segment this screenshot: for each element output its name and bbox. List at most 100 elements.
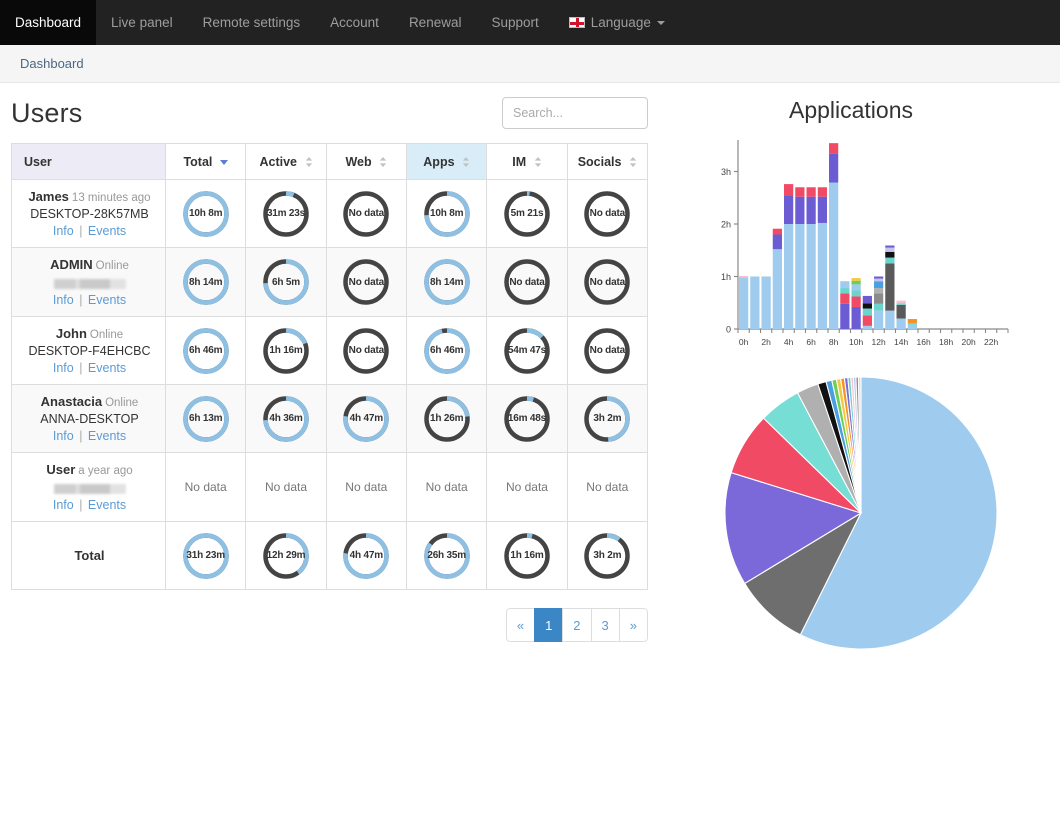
svg-text:1h: 1h (721, 272, 731, 282)
info-link[interactable]: Info (53, 224, 74, 238)
breadcrumb: Dashboard (0, 45, 1060, 83)
donut-label: No data (348, 345, 384, 357)
donut-chart: 31m 23s (261, 189, 311, 239)
bar-chart-svg: 0 1h 2h 3h 0h 2h 4h 6h 8h 10h 12h 14h 16h 18h 20h 22h (721, 140, 1009, 347)
events-link[interactable]: Events (88, 361, 126, 375)
user-cell: User a year ago Info | Events (11, 452, 166, 523)
donut-chart: 6h 46m (422, 326, 472, 376)
metric-cell: 3h 2m (566, 384, 649, 454)
events-link[interactable]: Events (88, 498, 126, 512)
users-panel-header: Users (11, 97, 650, 129)
nav-item-renewal[interactable]: Renewal (394, 0, 477, 45)
column-label: Apps (423, 154, 455, 169)
table-row: ADMIN Online Info | Events 8h 14m 6h 5m No da… (11, 247, 649, 318)
donut-chart: No data (341, 326, 391, 376)
metric-cell: 4h 47m (325, 384, 407, 454)
pagination-page-2[interactable]: 2 (562, 608, 591, 643)
donut-label: 6h 46m (189, 345, 223, 357)
nav-item-account[interactable]: Account (315, 0, 394, 45)
link-separator: | (75, 360, 86, 375)
user-name: User (46, 462, 76, 478)
search-input[interactable] (502, 97, 648, 129)
donut-chart: 3h 2m (582, 531, 632, 581)
nav-item-dashboard[interactable]: Dashboard (0, 0, 97, 45)
nav-label: Remote settings (202, 15, 301, 30)
pagination-page-3[interactable]: 3 (590, 608, 619, 643)
table-row: James 13 minutes ago DESKTOP-28K57MB Info |… (11, 178, 649, 249)
svg-text:6h: 6h (806, 337, 816, 347)
pagination-prev[interactable]: « (505, 608, 535, 643)
donut-label: 10h 8m (189, 208, 223, 220)
events-link[interactable]: Events (88, 224, 126, 238)
nav-label: Account (330, 15, 379, 30)
info-link[interactable]: Info (53, 498, 74, 512)
top-navbar: Dashboard Live panel Remote settings Acc… (0, 0, 1060, 45)
link-separator: | (75, 497, 86, 512)
metric-cell: 6h 46m (405, 316, 488, 386)
svg-text:4h: 4h (784, 337, 794, 347)
metric-cell: No data (245, 452, 327, 523)
info-link[interactable]: Info (53, 429, 74, 443)
user-cell: Anastacia Online ANNA-DESKTOP Info | Events (11, 384, 166, 454)
pagination-next[interactable]: » (618, 608, 648, 643)
total-metric-cell: 31h 23m (164, 521, 247, 591)
donut-label: 26h 35m (427, 550, 466, 562)
svg-text:0: 0 (726, 325, 731, 335)
donut-label: 8h 14m (189, 276, 223, 288)
column-header-user[interactable]: User (11, 143, 166, 180)
metric-cell: No data (566, 452, 649, 523)
info-link[interactable]: Info (53, 293, 74, 307)
donut-chart: No data (341, 189, 391, 239)
users-table-body: James 13 minutes ago DESKTOP-28K57MB Info |… (11, 178, 649, 591)
nav-item-support[interactable]: Support (476, 0, 553, 45)
nav-item-live-panel[interactable]: Live panel (96, 0, 188, 45)
metric-cell: 1h 16m (245, 316, 327, 386)
language-label: Language (590, 15, 651, 30)
donut-chart: No data (502, 257, 552, 307)
metric-cell: 8h 14m (164, 247, 247, 318)
column-header-apps[interactable]: Apps (405, 143, 488, 180)
info-link[interactable]: Info (53, 361, 74, 375)
metric-cell: 6h 5m (245, 247, 327, 318)
column-header-total[interactable]: Total (164, 143, 247, 180)
metric-cell: 10h 8m (405, 178, 488, 249)
column-header-web[interactable]: Web (325, 143, 407, 180)
table-row: Anastacia Online ANNA-DESKTOP Info | Events… (11, 384, 649, 454)
donut-label: 1h 26m (430, 413, 464, 425)
nav-label: Live panel (111, 15, 173, 30)
sort-desc-icon (219, 159, 228, 165)
pagination-page-1[interactable]: 1 (534, 608, 563, 643)
column-header-active[interactable]: Active (245, 143, 327, 180)
metric-cell: No data (486, 247, 568, 318)
nav-item-remote-settings[interactable]: Remote settings (188, 0, 316, 45)
machine-name-redacted (53, 483, 126, 494)
table-header-row: User Total Active Web Apps IM Socials (11, 143, 649, 180)
user-links: Info | Events (24, 292, 155, 309)
applications-title: Applications (788, 97, 914, 123)
metric-cell: 10h 8m (164, 178, 247, 249)
svg-text:16h: 16h (917, 337, 931, 347)
donut-chart: 1h 16m (261, 326, 311, 376)
link-separator: | (75, 292, 86, 307)
events-link[interactable]: Events (88, 429, 126, 443)
events-link[interactable]: Events (88, 293, 126, 307)
column-label: Socials (577, 154, 622, 169)
column-header-socials[interactable]: Socials (566, 143, 649, 180)
cell-no-data: No data (505, 480, 548, 495)
metric-cell: 16m 48s (486, 384, 568, 454)
donut-chart: 8h 14m (181, 257, 231, 307)
cell-no-data: No data (586, 480, 629, 495)
svg-text:0h: 0h (739, 337, 749, 347)
svg-text:12h: 12h (872, 337, 886, 347)
user-cell: James 13 minutes ago DESKTOP-28K57MB Info |… (11, 178, 166, 249)
nav-item-language[interactable]: Language (554, 0, 680, 45)
donut-label: No data (348, 208, 384, 220)
metric-cell: No data (566, 178, 649, 249)
metric-cell: 8h 14m (405, 247, 488, 318)
sort-both-icon (625, 155, 637, 169)
donut-chart: 54m 47s (502, 326, 552, 376)
column-label: Active (259, 154, 298, 169)
user-name: John (55, 326, 87, 342)
column-header-im[interactable]: IM (486, 143, 568, 180)
breadcrumb-item-dashboard[interactable]: Dashboard (20, 56, 84, 71)
